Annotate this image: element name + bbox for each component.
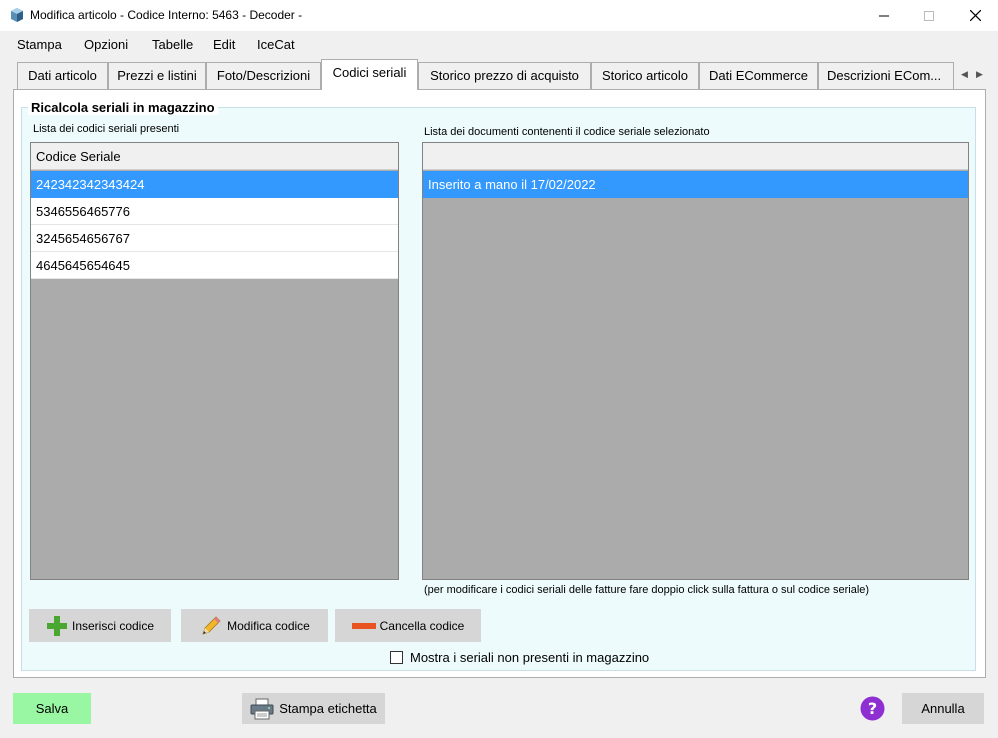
tab-dati-articolo[interactable]: Dati articolo	[17, 62, 108, 89]
menu-icecat[interactable]: IceCat	[257, 37, 295, 52]
maximize-button[interactable]	[906, 0, 952, 31]
print-label-text: Stampa etichetta	[279, 701, 377, 716]
minus-icon	[351, 621, 376, 631]
delete-code-button[interactable]: Cancella codice	[335, 609, 481, 642]
tab-scroll-right-icon[interactable]: ▶	[976, 69, 983, 80]
menu-stampa[interactable]: Stampa	[17, 37, 62, 52]
tab-descrizioni-ecommerce[interactable]: Descrizioni ECom...	[818, 62, 954, 89]
serials-column-header[interactable]: Codice Seriale	[31, 143, 398, 170]
serial-row[interactable]: 4645645654645	[31, 252, 398, 279]
serial-row[interactable]: 3245654656767	[31, 225, 398, 252]
group-title: Ricalcola seriali in magazzino	[28, 100, 218, 115]
close-icon	[969, 10, 981, 21]
minimize-button[interactable]	[861, 0, 907, 31]
tab-scroll-arrows[interactable]: ◀ ▶	[957, 64, 987, 84]
cancel-button[interactable]: Annulla	[902, 693, 984, 724]
serial-row[interactable]: 242342342343424	[31, 171, 398, 198]
tab-storico-articolo[interactable]: Storico articolo	[591, 62, 699, 89]
edit-hint: (per modificare i codici seriali delle f…	[424, 584, 870, 596]
minimize-icon	[879, 15, 889, 16]
insert-code-button[interactable]: Inserisci codice	[29, 609, 171, 642]
tab-dati-ecommerce[interactable]: Dati ECommerce	[699, 62, 818, 89]
show-missing-serials-label[interactable]: Mostra i seriali non presenti in magazzi…	[410, 650, 649, 665]
serials-list[interactable]: Codice Seriale 242342342343424 534655646…	[30, 142, 399, 580]
tab-scroll-left-icon[interactable]: ◀	[961, 69, 968, 80]
delete-code-label: Cancella codice	[379, 618, 465, 633]
insert-code-label: Inserisci codice	[71, 618, 155, 633]
document-row[interactable]: Inserito a mano il 17/02/2022	[423, 171, 968, 198]
menu-edit[interactable]: Edit	[213, 37, 235, 52]
tab-codici-seriali[interactable]: Codici seriali	[321, 59, 418, 90]
maximize-icon	[924, 10, 934, 21]
documents-list[interactable]: Inserito a mano il 17/02/2022	[422, 142, 969, 580]
serials-list-label: Lista dei codici seriali presenti	[33, 123, 180, 135]
plus-icon	[46, 615, 68, 637]
printer-icon	[250, 698, 274, 720]
documents-list-label: Lista dei documenti contenenti il codice…	[424, 126, 710, 138]
close-button[interactable]	[952, 0, 998, 31]
tab-prezzi-listini[interactable]: Prezzi e listini	[108, 62, 206, 89]
window-title: Modifica articolo - Codice Interno: 5463…	[30, 8, 303, 22]
menu-opzioni[interactable]: Opzioni	[84, 37, 128, 52]
svg-text:?: ?	[868, 699, 877, 718]
save-button[interactable]: Salva	[13, 693, 91, 724]
tab-storico-prezzo-acquisto[interactable]: Storico prezzo di acquisto	[418, 62, 591, 89]
print-label-button[interactable]: Stampa etichetta	[242, 693, 385, 724]
tab-foto-descrizioni[interactable]: Foto/Descrizioni	[206, 62, 321, 89]
edit-code-label: Modifica codice	[227, 618, 310, 633]
edit-code-button[interactable]: Modifica codice	[181, 609, 328, 642]
menu-bar	[0, 31, 998, 59]
app-icon	[9, 7, 25, 23]
menu-tabelle[interactable]: Tabelle	[152, 37, 193, 52]
documents-column-header[interactable]	[423, 143, 968, 170]
show-missing-serials-checkbox[interactable]	[390, 651, 403, 664]
help-icon[interactable]: ?	[860, 696, 885, 721]
serial-row[interactable]: 5346556465776	[31, 198, 398, 225]
pencil-icon	[199, 614, 223, 638]
